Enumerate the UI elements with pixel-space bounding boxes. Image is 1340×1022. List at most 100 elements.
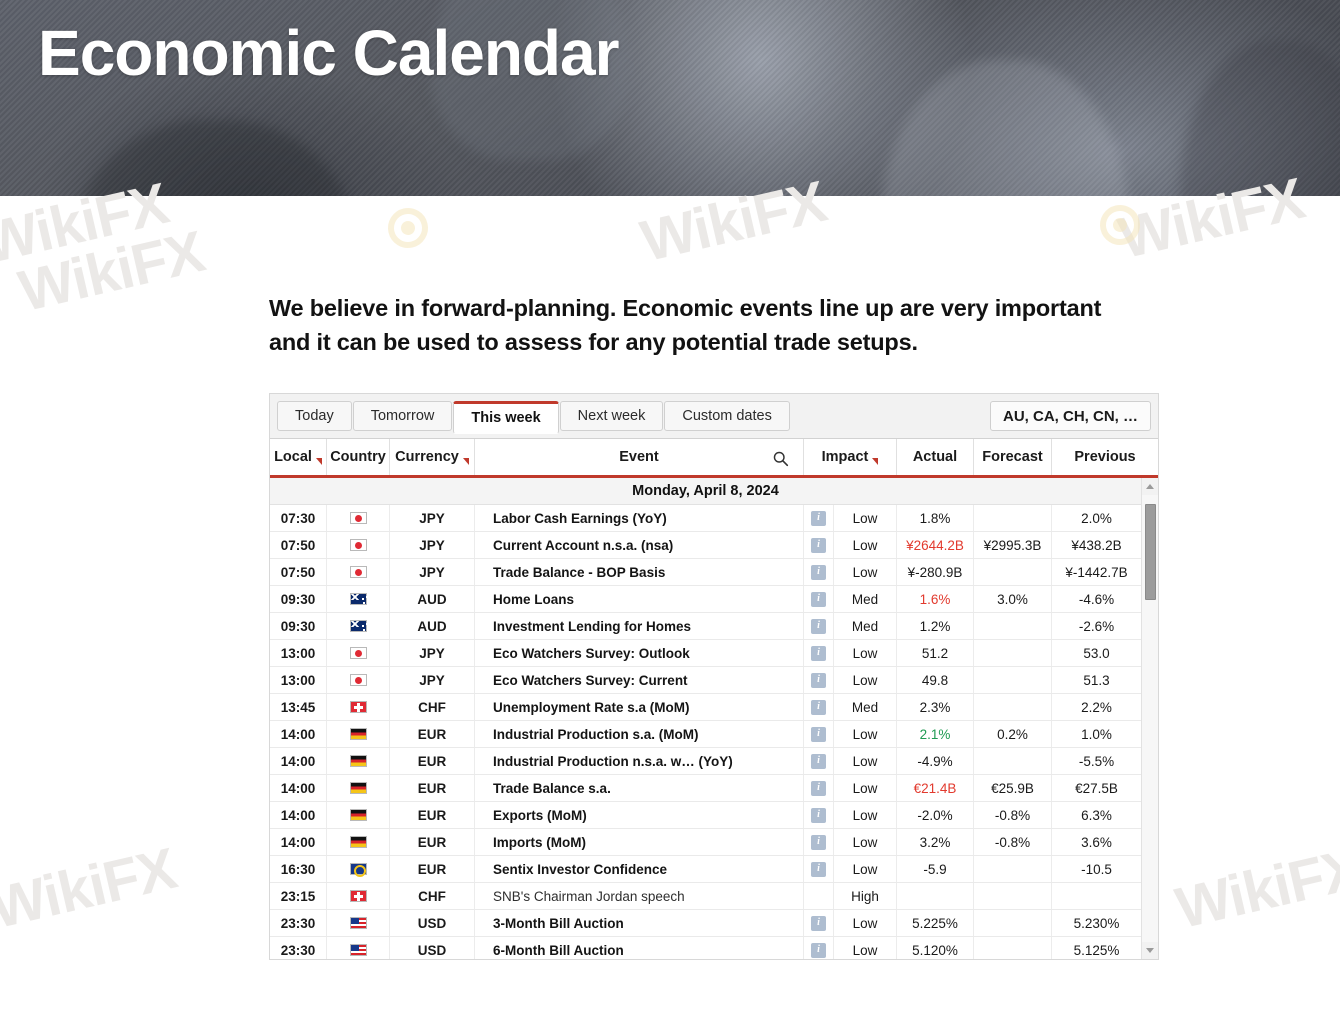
cell-forecast: -0.8% <box>974 829 1052 855</box>
table-row[interactable]: 16:30 EUR Sentix Investor Confidence i Low -5… <box>270 856 1141 883</box>
cell-info[interactable]: i <box>804 640 834 666</box>
cell-event[interactable]: Current Account n.s.a. (nsa) <box>475 532 804 558</box>
info-icon[interactable]: i <box>811 645 826 661</box>
info-icon[interactable]: i <box>811 591 826 607</box>
column-header-country[interactable]: Country <box>327 439 390 475</box>
cell-info[interactable]: i <box>804 721 834 747</box>
hero-banner: Economic Calendar <box>0 0 1340 196</box>
cell-info[interactable]: i <box>804 802 834 828</box>
cell-info[interactable]: i <box>804 856 834 882</box>
table-row[interactable]: 14:00 EUR Trade Balance s.a. i Low €21.4B €25.… <box>270 775 1141 802</box>
info-icon[interactable]: i <box>811 861 826 877</box>
info-icon[interactable]: i <box>811 780 826 796</box>
info-icon[interactable]: i <box>811 672 826 688</box>
cell-event[interactable]: Imports (MoM) <box>475 829 804 855</box>
scroll-up-button[interactable] <box>1142 478 1158 495</box>
cell-event[interactable]: Industrial Production n.s.a. w… (YoY) <box>475 748 804 774</box>
cell-event[interactable]: Exports (MoM) <box>475 802 804 828</box>
sort-caret-icon[interactable] <box>315 457 322 465</box>
cell-info[interactable]: i <box>804 505 834 531</box>
info-icon[interactable]: i <box>811 564 826 580</box>
info-icon[interactable]: i <box>811 726 826 742</box>
table-row[interactable]: 23:15 CHF SNB's Chairman Jordan speech High <box>270 883 1141 910</box>
column-header-impact[interactable]: Impact <box>804 439 897 475</box>
column-header-impact-label: Impact <box>821 449 869 465</box>
scrollbar-thumb[interactable] <box>1145 504 1156 600</box>
info-icon[interactable]: i <box>811 699 826 715</box>
cell-event[interactable]: Home Loans <box>475 586 804 612</box>
cell-country <box>327 640 390 666</box>
table-row[interactable]: 14:00 EUR Industrial Production s.a. (MoM)… <box>270 721 1141 748</box>
tab-custom-dates[interactable]: Custom dates <box>664 401 790 431</box>
flag-jp-icon <box>349 647 367 659</box>
cell-actual: -4.9% <box>897 748 974 774</box>
table-row[interactable]: 23:30 USD 6-Month Bill Auction i Low 5.120% 5.… <box>270 937 1141 959</box>
cell-actual: ¥2644.2B <box>897 532 974 558</box>
table-row[interactable]: 14:00 EUR Industrial Production n.s.a. w… … <box>270 748 1141 775</box>
cell-info[interactable]: i <box>804 910 834 936</box>
cell-info[interactable]: i <box>804 613 834 639</box>
cell-event[interactable]: Industrial Production s.a. (MoM) <box>475 721 804 747</box>
cell-info[interactable]: i <box>804 937 834 959</box>
cell-info[interactable]: i <box>804 775 834 801</box>
cell-info[interactable]: i <box>804 559 834 585</box>
cell-info[interactable]: i <box>804 748 834 774</box>
info-icon[interactable]: i <box>811 753 826 769</box>
cell-info[interactable]: i <box>804 532 834 558</box>
table-row[interactable]: 07:50 JPY Trade Balance - BOP Basis i Low ¥-2… <box>270 559 1141 586</box>
tab-next-week[interactable]: Next week <box>559 401 664 431</box>
sort-caret-icon[interactable] <box>872 457 879 465</box>
cell-event[interactable]: SNB's Chairman Jordan speech <box>475 883 804 909</box>
cell-event[interactable]: Trade Balance s.a. <box>475 775 804 801</box>
cell-event[interactable]: Investment Lending for Homes <box>475 613 804 639</box>
cell-event[interactable]: Eco Watchers Survey: Current <box>475 667 804 693</box>
tab-tomorrow[interactable]: Tomorrow <box>352 401 453 431</box>
table-row[interactable]: 09:30 AUD Investment Lending for Homes i Med… <box>270 613 1141 640</box>
cell-event[interactable]: Eco Watchers Survey: Outlook <box>475 640 804 666</box>
cell-info[interactable]: i <box>804 694 834 720</box>
cell-event[interactable]: Labor Cash Earnings (YoY) <box>475 505 804 531</box>
cell-event[interactable]: Unemployment Rate s.a (MoM) <box>475 694 804 720</box>
cell-actual: 1.2% <box>897 613 974 639</box>
cell-event[interactable]: 3-Month Bill Auction <box>475 910 804 936</box>
sort-caret-icon[interactable] <box>462 457 469 465</box>
info-icon[interactable]: i <box>811 618 826 634</box>
cell-info[interactable]: i <box>804 829 834 855</box>
table-row[interactable]: 07:50 JPY Current Account n.s.a. (nsa) i Low… <box>270 532 1141 559</box>
table-row[interactable]: 09:30 AUD Home Loans i Med 1.6% 3.0% -4.6% <box>270 586 1141 613</box>
cell-previous: 53.0 <box>1083 645 1110 661</box>
info-icon[interactable]: i <box>811 915 826 931</box>
column-header-actual-label: Actual <box>912 449 958 465</box>
currency-filter-button[interactable]: AU, CA, CH, CN, … <box>990 401 1151 431</box>
tab-this-week[interactable]: This week <box>453 400 559 434</box>
info-icon[interactable]: i <box>811 510 826 526</box>
table-row[interactable]: 14:00 EUR Exports (MoM) i Low -2.0% -0.8% 6.3% <box>270 802 1141 829</box>
cell-event[interactable]: 6-Month Bill Auction <box>475 937 804 959</box>
info-icon[interactable]: i <box>811 942 826 958</box>
cell-actual: 2.3% <box>897 694 974 720</box>
table-row[interactable]: 23:30 USD 3-Month Bill Auction i Low 5.225% 5.… <box>270 910 1141 937</box>
column-header-currency[interactable]: Currency <box>390 439 475 475</box>
cell-event[interactable]: Trade Balance - BOP Basis <box>475 559 804 585</box>
cell-info[interactable]: i <box>804 586 834 612</box>
tab-today[interactable]: Today <box>277 401 352 431</box>
column-header-local[interactable]: Local <box>270 439 327 475</box>
cell-actual: 51.2 <box>897 640 974 666</box>
cell-event[interactable]: Sentix Investor Confidence <box>475 856 804 882</box>
scroll-down-button[interactable] <box>1142 942 1158 959</box>
table-row[interactable]: 13:45 CHF Unemployment Rate s.a (MoM) i Med 2… <box>270 694 1141 721</box>
cell-forecast: -0.8% <box>974 802 1052 828</box>
search-icon[interactable] <box>772 450 789 467</box>
vertical-scrollbar[interactable] <box>1141 478 1158 959</box>
cell-impact: High <box>834 883 897 909</box>
table-row[interactable]: 14:00 EUR Imports (MoM) i Low 3.2% -0.8% 3.6% <box>270 829 1141 856</box>
table-row[interactable]: 07:30 JPY Labor Cash Earnings (YoY) i Low 1.8… <box>270 505 1141 532</box>
cell-info[interactable]: i <box>804 667 834 693</box>
info-icon[interactable]: i <box>811 537 826 553</box>
cell-forecast <box>974 748 1052 774</box>
table-row[interactable]: 13:00 JPY Eco Watchers Survey: Current i Low… <box>270 667 1141 694</box>
cell-impact: Low <box>834 910 897 936</box>
info-icon[interactable]: i <box>811 807 826 823</box>
table-row[interactable]: 13:00 JPY Eco Watchers Survey: Outlook i Low… <box>270 640 1141 667</box>
info-icon[interactable]: i <box>811 834 826 850</box>
